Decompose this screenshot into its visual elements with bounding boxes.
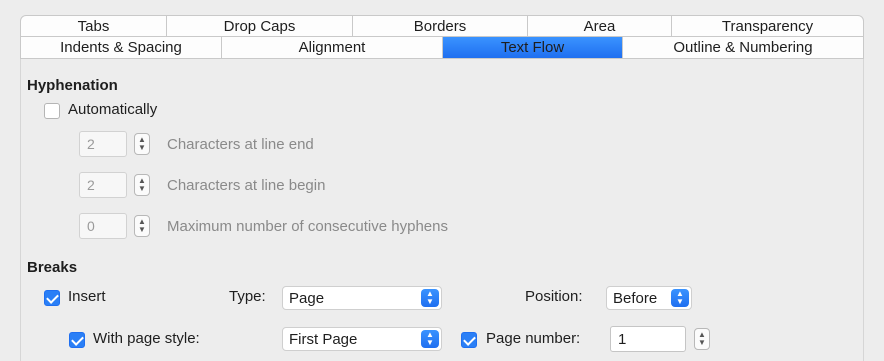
max-hyphens-label: Maximum number of consecutive hyphens (167, 218, 448, 235)
tab-tabs[interactable]: Tabs (21, 16, 167, 36)
line-end-field[interactable]: 2 (79, 131, 127, 157)
page-number-spin-icon[interactable]: ▲ ▼ (694, 328, 710, 350)
page-number-label: Page number: (486, 330, 581, 347)
automatically-label: Automatically (68, 101, 158, 118)
page-style-dropdown-icon: ▲ ▼ (421, 330, 439, 348)
type-dropdown-icon: ▲ ▼ (421, 289, 439, 307)
line-begin-spin-icon[interactable]: ▲ ▼ (134, 174, 150, 196)
tab-transparency[interactable]: Transparency (672, 16, 863, 36)
type-select[interactable]: Page ▲ ▼ (282, 286, 442, 310)
tab-alignment[interactable]: Alignment (222, 37, 443, 58)
page-number-checkbox[interactable] (461, 332, 477, 348)
line-end-label: Characters at line end (167, 136, 314, 153)
page-style-select-value: First Page (289, 331, 358, 348)
page-style-checkbox[interactable] (69, 332, 85, 348)
tab-row-1: Tabs Drop Caps Borders Area Transparency (20, 15, 864, 37)
tab-text-flow[interactable]: Text Flow (443, 37, 623, 58)
breaks-heading: Breaks (27, 259, 78, 276)
page-number-field[interactable]: 1 (610, 326, 686, 352)
type-select-value: Page (289, 290, 325, 307)
max-hyphens-spin-icon[interactable]: ▲ ▼ (134, 215, 150, 237)
position-select[interactable]: Before ▲ ▼ (606, 286, 692, 310)
insert-label: Insert (68, 288, 106, 305)
tab-drop-caps[interactable]: Drop Caps (167, 16, 353, 36)
tab-borders[interactable]: Borders (353, 16, 528, 36)
tab-row-2: Indents & Spacing Alignment Text Flow Ou… (20, 37, 864, 59)
tab-area[interactable]: Area (528, 16, 672, 36)
position-select-value: Before (613, 290, 658, 307)
insert-checkbox[interactable] (44, 290, 60, 306)
hyphenation-heading: Hyphenation (27, 77, 118, 94)
type-label: Type: (229, 288, 266, 305)
page-style-select[interactable]: First Page ▲ ▼ (282, 327, 442, 351)
tab-indents-spacing[interactable]: Indents & Spacing (21, 37, 222, 58)
line-begin-label: Characters at line begin (167, 177, 326, 194)
text-flow-panel: Hyphenation Automatically 2 ▲ ▼ Character… (20, 59, 864, 361)
position-label: Position: (525, 288, 583, 305)
position-dropdown-icon: ▲ ▼ (671, 289, 689, 307)
page-style-label: With page style: (93, 330, 200, 347)
max-hyphens-field[interactable]: 0 (79, 213, 127, 239)
tab-outline-numbering[interactable]: Outline & Numbering (623, 37, 863, 58)
line-end-spin-icon[interactable]: ▲ ▼ (134, 133, 150, 155)
automatically-checkbox[interactable] (44, 103, 60, 119)
line-begin-field[interactable]: 2 (79, 172, 127, 198)
